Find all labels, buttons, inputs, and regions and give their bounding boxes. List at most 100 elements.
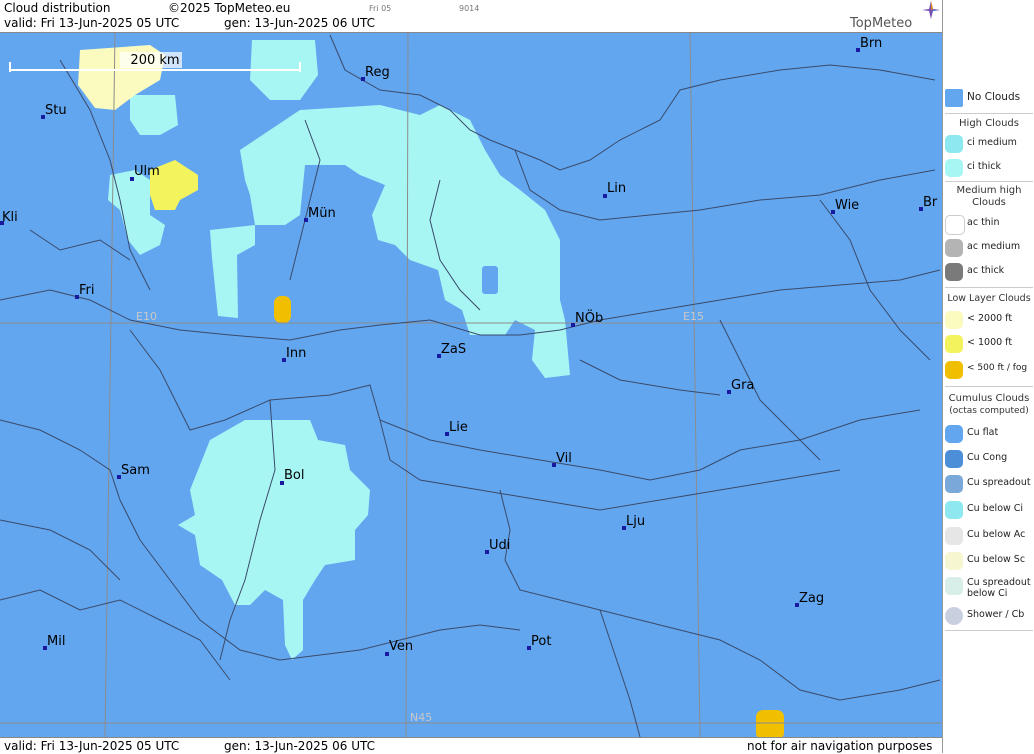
legend-ci-thick: ci thick: [943, 157, 1034, 179]
svg-text:Fri: Fri: [79, 283, 95, 298]
svg-text:Mün: Mün: [308, 206, 336, 221]
legend-panel: No Clouds High Clouds ci medium ci thick…: [942, 0, 1034, 753]
svg-text:Wie: Wie: [835, 198, 859, 213]
city-nob: NÖb: [571, 309, 603, 327]
svg-text:Lju: Lju: [626, 514, 645, 529]
valid-time: valid: Fri 13-Jun-2025 05 UTC: [4, 16, 180, 30]
city-lie: Lie: [445, 420, 468, 436]
legend-cu-below-ci: Cu below Ci: [943, 499, 1034, 521]
legend-low-2000: < 2000 ft: [943, 309, 1034, 331]
city-kli: Kli: [0, 210, 18, 225]
grid-label-e15: E15: [683, 310, 704, 323]
legend-low-title: Low Layer Clouds: [947, 293, 1031, 304]
cu-spread-swatch: [945, 475, 963, 493]
legend-ac-thin: ac thin: [943, 213, 1034, 235]
footer-valid-time: valid: Fri 13-Jun-2025 05 UTC: [4, 739, 180, 753]
low-2000-swatch: [945, 311, 963, 329]
svg-text:Vil: Vil: [556, 451, 572, 466]
low-500-swatch: [945, 361, 963, 379]
fog-region-inn: [274, 296, 291, 323]
svg-text:Zag: Zag: [799, 591, 824, 606]
legend-shower: Shower / Cb: [943, 605, 1034, 627]
ci-thick-swatch: [945, 159, 963, 177]
cu-spread-ci-swatch: [945, 577, 963, 595]
brand-name: TopMeteo: [850, 16, 913, 31]
city-bol: Bol: [280, 468, 304, 485]
svg-text:Lie: Lie: [449, 420, 468, 435]
city-inn: Inn: [282, 346, 306, 362]
shower-swatch: [945, 607, 963, 625]
city-ven: Ven: [385, 639, 413, 656]
day-label: Fri 05: [369, 4, 392, 13]
legend-no-clouds: No Clouds: [943, 87, 1034, 109]
copyright-text: ©2025 TopMeteo.eu: [168, 1, 291, 15]
svg-text:ZaS: ZaS: [441, 342, 466, 357]
ac-medium-swatch: [945, 239, 963, 257]
disclaimer: not for air navigation purposes: [747, 739, 933, 753]
legend-low-500: < 500 ft / fog: [943, 359, 1034, 381]
legend-cu-cong: Cu Cong: [943, 448, 1034, 470]
svg-text:Kli: Kli: [2, 210, 18, 225]
svg-text:Stu: Stu: [45, 103, 67, 118]
legend-cu-spread-ci: Cu spreadout below Ci: [943, 575, 1034, 603]
svg-text:NÖb: NÖb: [575, 309, 603, 326]
code-label: 9014: [459, 4, 480, 13]
svg-text:Mil: Mil: [47, 634, 65, 649]
svg-text:Pot: Pot: [531, 634, 551, 649]
svg-text:Lin: Lin: [607, 181, 626, 196]
city-ulm: Ulm: [130, 164, 160, 181]
legend-cu-below-sc: Cu below Sc: [943, 550, 1034, 572]
clear-gap: [482, 266, 498, 294]
cu-below-ac-swatch: [945, 527, 963, 545]
grid-label-n45: N45: [410, 711, 432, 724]
low-1000-swatch: [945, 335, 963, 353]
svg-text:Bol: Bol: [284, 468, 304, 483]
brand-logo-icon: [922, 1, 940, 19]
svg-text:Udi: Udi: [489, 538, 510, 553]
svg-text:Brn: Brn: [860, 36, 882, 51]
city-pot: Pot: [527, 634, 551, 650]
city-lju: Lju: [622, 514, 645, 530]
legend-cu-spread: Cu spreadout: [943, 473, 1034, 495]
legend-cu-title: Cumulus Clouds: [948, 393, 1030, 404]
map-header: Cloud distribution ©2025 TopMeteo.eu Fri…: [0, 0, 942, 33]
scale-label: 200 km: [130, 53, 179, 68]
map-footer: valid: Fri 13-Jun-2025 05 UTC gen: 13-Ju…: [0, 737, 942, 754]
city-sam: Sam: [117, 463, 150, 479]
city-gra: Gra: [727, 378, 754, 394]
city-mil: Mil: [43, 634, 65, 650]
city-wie: Wie: [831, 198, 859, 214]
svg-text:Gra: Gra: [731, 378, 754, 393]
svg-text:Inn: Inn: [286, 346, 306, 361]
svg-text:Br: Br: [923, 195, 938, 210]
legend-low-1000: < 1000 ft: [943, 333, 1034, 355]
svg-text:Ulm: Ulm: [134, 164, 160, 179]
cu-flat-swatch: [945, 425, 963, 443]
city-lin: Lin: [603, 181, 626, 198]
cloud-map: 200 km E10 E15 N45 Brn Reg Stu Ulm Lin K…: [0, 33, 942, 737]
city-stu: Stu: [41, 103, 67, 119]
legend-cu-subtitle: (octas computed): [949, 406, 1029, 416]
city-zag: Zag: [795, 591, 824, 607]
legend-high-title: High Clouds: [959, 118, 1019, 129]
ac-thick-swatch: [945, 263, 963, 281]
cu-below-ci-swatch: [945, 501, 963, 519]
city-udi: Udi: [485, 538, 510, 554]
cu-cong-swatch: [945, 450, 963, 468]
legend-ci-medium: ci medium: [943, 133, 1034, 155]
no-clouds-swatch: [945, 89, 963, 107]
ac-thin-swatch: [945, 215, 965, 235]
legend-ac-thick: ac thick: [943, 261, 1034, 283]
generated-time: gen: 13-Jun-2025 06 UTC: [224, 16, 376, 30]
cu-below-sc-swatch: [945, 552, 963, 570]
footer-generated-time: gen: 13-Jun-2025 06 UTC: [224, 739, 376, 753]
city-reg: Reg: [361, 65, 390, 81]
legend-medium-title: Medium high Clouds: [956, 185, 1022, 208]
legend-cu-flat: Cu flat: [943, 423, 1034, 445]
grid-label-e10: E10: [136, 310, 157, 323]
city-brn: Brn: [856, 36, 882, 52]
city-zas: ZaS: [437, 342, 466, 358]
legend-cu-below-ac: Cu below Ac: [943, 525, 1034, 547]
svg-text:Sam: Sam: [121, 463, 150, 478]
city-mun: Mün: [304, 206, 336, 222]
